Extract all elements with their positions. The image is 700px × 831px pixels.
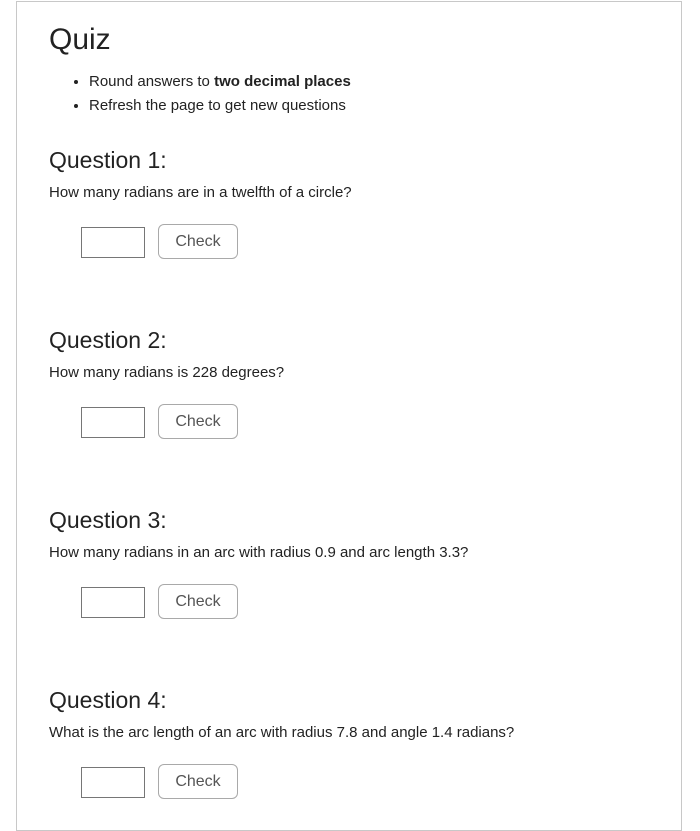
- instruction-rounding-emphasis: two decimal places: [214, 73, 351, 90]
- question-text: What is the arc length of an arc with ra…: [49, 724, 515, 741]
- check-button[interactable]: Check: [158, 404, 238, 439]
- question-4: Question 4: What is the arc length of an…: [49, 686, 669, 799]
- question-text: How many radians is 228 degrees?: [49, 364, 285, 381]
- answer-input[interactable]: [81, 227, 145, 258]
- answer-input[interactable]: [81, 407, 145, 438]
- question-heading: Question 3:: [49, 507, 167, 533]
- question-heading: Question 1:: [49, 147, 167, 173]
- question-text: How many radians in an arc with radius 0…: [49, 544, 469, 561]
- instruction-rounding: Round answers to two decimal places: [89, 70, 351, 94]
- check-button[interactable]: Check: [158, 764, 238, 799]
- question-text: How many radians are in a twelfth of a c…: [49, 184, 352, 201]
- answer-input[interactable]: [81, 587, 145, 618]
- question-3: Question 3: How many radians in an arc w…: [49, 506, 669, 619]
- page-title: Quiz: [49, 23, 111, 56]
- check-button[interactable]: Check: [158, 584, 238, 619]
- question-1: Question 1: How many radians are in a tw…: [49, 146, 669, 259]
- quiz-page: Quiz Round answers to two decimal places…: [16, 1, 682, 831]
- question-heading: Question 4:: [49, 687, 167, 713]
- question-heading: Question 2:: [49, 327, 167, 353]
- answer-input[interactable]: [81, 767, 145, 798]
- instruction-refresh: Refresh the page to get new questions: [89, 94, 351, 118]
- instruction-rounding-prefix: Round answers to: [89, 73, 215, 90]
- check-button[interactable]: Check: [158, 224, 238, 259]
- instructions-list: Round answers to two decimal places Refr…: [49, 70, 351, 118]
- question-2: Question 2: How many radians is 228 degr…: [49, 326, 669, 439]
